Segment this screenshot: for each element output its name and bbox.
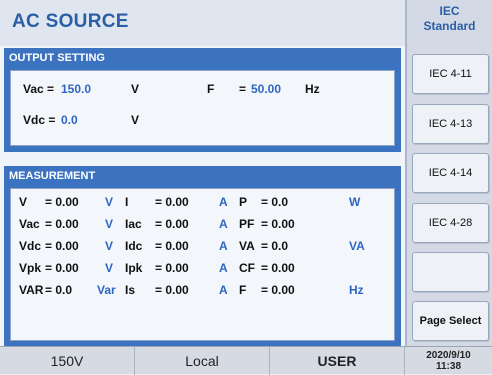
vac-setting-value[interactable]: 150.0 [61, 82, 91, 96]
meas-unit: V [105, 261, 114, 275]
meas-label: Vpk [19, 261, 42, 275]
meas-label: PF [239, 217, 255, 231]
status-datetime: 2020/9/10 11:38 [405, 347, 492, 375]
freq-setting-value[interactable]: 50.00 [251, 82, 281, 96]
meas-value: = 0.00 [261, 261, 295, 275]
status-time: 11:38 [435, 361, 462, 372]
meas-label: F [239, 283, 247, 297]
meas-label: V [19, 195, 28, 209]
meas-label: P [239, 195, 248, 209]
meas-unit: Var [97, 283, 116, 297]
meas-value: = 0.00 [45, 195, 79, 209]
meas-value: = 0.00 [155, 261, 189, 275]
meas-label: Vdc [19, 239, 42, 253]
meas-unit: Hz [349, 283, 364, 297]
meas-unit: W [349, 195, 361, 209]
meas-unit: VA [349, 239, 365, 253]
meas-label: Idc [125, 239, 143, 253]
meas-value: = 0.00 [155, 195, 189, 209]
meas-value: = 0.00 [261, 217, 295, 231]
meas-label: Is [125, 283, 136, 297]
freq-equals: = [239, 82, 247, 96]
meas-value: = 0.00 [45, 217, 79, 231]
freq-unit: Hz [305, 82, 320, 96]
status-bar: 150V Local USER 2020/9/10 11:38 [0, 346, 492, 375]
measurement-panel: MEASUREMENT V = 0.00 V I = 0.00 A P = 0.… [4, 166, 401, 347]
meas-unit: V [105, 217, 114, 231]
meas-unit: V [105, 239, 114, 253]
iec-4-14-button[interactable]: IEC 4-14 [412, 153, 489, 193]
iec-4-28-button[interactable]: IEC 4-28 [412, 203, 489, 243]
meas-unit: A [219, 217, 228, 231]
meas-label: Vac [19, 217, 40, 231]
output-setting-title: OUTPUT SETTING [9, 52, 105, 64]
meas-unit: A [219, 283, 228, 297]
meas-value: = 0.0 [261, 239, 289, 253]
meas-value: = 0.00 [45, 239, 79, 253]
vac-label: Vac = [23, 82, 55, 96]
status-mode: Local [135, 347, 270, 375]
meas-value: = 0.00 [155, 217, 189, 231]
status-date: 2020/9/10 [426, 350, 471, 361]
meas-unit: A [219, 261, 228, 275]
output-setting-panel: OUTPUT SETTING Vac = 150.0 V F = 50.00 H… [4, 48, 401, 152]
meas-label: VA [239, 239, 255, 253]
blank-softkey-button[interactable] [412, 252, 489, 292]
softkey-panel-title: IEC Standard [407, 4, 492, 34]
meas-value: = 0.0 [261, 195, 289, 209]
measurement-title: MEASUREMENT [9, 170, 96, 182]
meas-value: = 0.00 [155, 239, 189, 253]
output-setting-body: Vac = 150.0 V F = 50.00 Hz Vdc = 0.0 V [10, 70, 395, 146]
measurement-body: V = 0.00 V I = 0.00 A P = 0.0 W Vac = 0.… [10, 188, 395, 341]
meas-unit: A [219, 195, 228, 209]
meas-label: I [125, 195, 129, 209]
iec-4-11-button[interactable]: IEC 4-11 [412, 54, 489, 94]
status-user: USER [270, 347, 405, 375]
meas-value: = 0.00 [155, 283, 189, 297]
meas-value: = 0.0 [45, 283, 73, 297]
iec-4-13-button[interactable]: IEC 4-13 [412, 104, 489, 144]
meas-label: VAR [19, 283, 44, 297]
page-title: AC SOURCE [12, 11, 129, 32]
softkey-title-line2: Standard [423, 19, 476, 33]
status-voltage: 150V [0, 347, 135, 375]
title-bar: AC SOURCE [0, 0, 405, 46]
meas-unit: V [105, 195, 114, 209]
freq-label: F [207, 82, 215, 96]
vac-unit: V [131, 82, 140, 96]
meas-label: Iac [125, 217, 142, 231]
vdc-unit: V [131, 113, 140, 127]
meas-label: CF [239, 261, 255, 275]
meas-label: Ipk [125, 261, 143, 275]
vdc-setting-value[interactable]: 0.0 [61, 113, 78, 127]
meas-value: = 0.00 [261, 283, 295, 297]
meas-value: = 0.00 [45, 261, 79, 275]
softkey-title-line1: IEC [439, 4, 460, 18]
meas-unit: A [219, 239, 228, 253]
vdc-label: Vdc = [23, 113, 56, 127]
softkey-panel: IEC Standard IEC 4-11 IEC 4-13 IEC 4-14 … [405, 0, 492, 346]
ac-source-screen: AC SOURCE OUTPUT SETTING Vac = 150.0 V F… [0, 0, 492, 375]
page-select-button[interactable]: Page Select [412, 301, 489, 341]
